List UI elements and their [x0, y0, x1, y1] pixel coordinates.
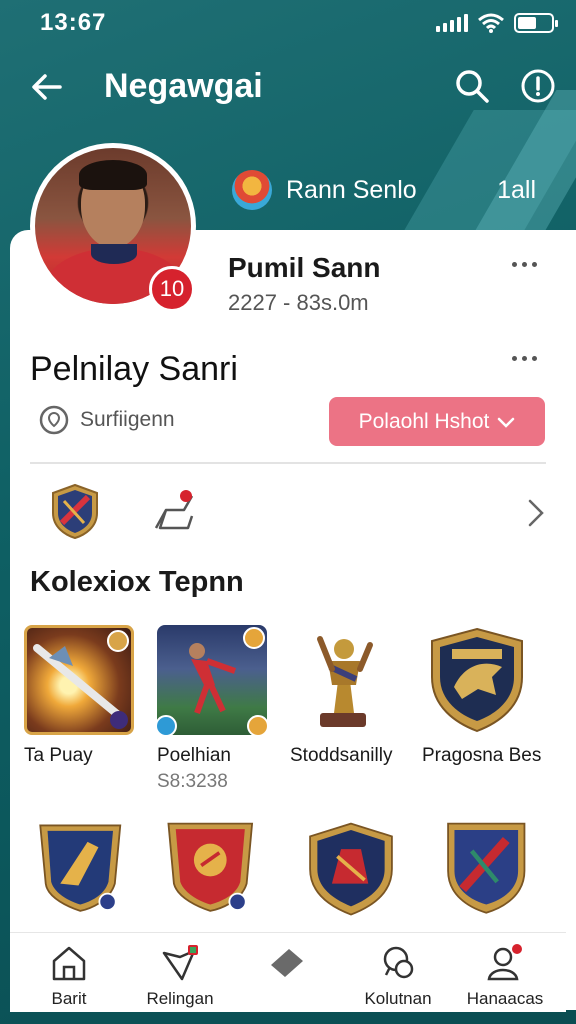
card-edge — [568, 230, 576, 1010]
diamond-icon — [271, 949, 303, 977]
item-name: Ta Puay — [24, 745, 93, 766]
chevron-right-icon[interactable] — [524, 498, 548, 528]
collection-title: Kolexiox Tepnn — [30, 566, 244, 598]
app-title: Negawgai — [104, 66, 263, 105]
item-name: Pragosna Bes — [422, 745, 542, 766]
wifi-icon — [478, 13, 504, 33]
back-arrow-icon[interactable] — [30, 70, 64, 104]
status-icons — [436, 13, 558, 33]
spear-card-icon — [24, 625, 134, 735]
location-pin-icon — [39, 405, 69, 435]
signal-icon — [436, 14, 468, 32]
status-time: 13:67 — [40, 9, 107, 36]
primary-action-label: Polaohl Hshot — [358, 409, 490, 433]
avatar-hair — [79, 160, 147, 190]
shield-pin-icon — [162, 945, 198, 981]
more-options-icon[interactable] — [512, 356, 537, 361]
chat-icon — [383, 946, 414, 979]
home-icon — [52, 946, 86, 981]
club-count: 1all — [497, 175, 536, 204]
collection-grid — [20, 820, 560, 930]
more-options-icon[interactable] — [512, 262, 537, 267]
info-badge-icon — [155, 715, 177, 737]
trophy-statue-icon — [317, 636, 373, 727]
rarity-badge-icon — [243, 627, 265, 649]
divider — [30, 462, 546, 464]
nav-item-center[interactable] — [232, 943, 342, 983]
display-name: Pelnilay Sanri — [30, 350, 238, 388]
nav-item-kolutnan[interactable]: Kolutnan — [343, 943, 453, 1009]
avatar-collar — [91, 244, 137, 264]
collection-grid: Ta Puay Poelhian S8:3238 Stoddsanilly Pr… — [20, 625, 560, 815]
rarity-badge-icon — [107, 630, 129, 652]
wolf-shield-icon — [431, 627, 523, 733]
nav-item-hanaacas[interactable]: Hanaacas — [450, 943, 560, 1009]
club-badge-icon — [232, 170, 272, 210]
share-icon[interactable] — [152, 488, 196, 532]
star-badge-icon — [247, 715, 269, 737]
profile-subtitle: 2227 - 83s.0m — [228, 290, 369, 315]
nav-label: Relingan — [146, 989, 214, 1008]
nav-label: Hanaacas — [466, 989, 544, 1008]
club-name: Rann Senlo — [286, 175, 417, 204]
profile-name: Pumil Sann — [228, 252, 381, 283]
item-name: Poelhian — [157, 745, 231, 766]
info-icon[interactable] — [520, 68, 556, 104]
nav-label: Kolutnan — [364, 989, 432, 1008]
item-name: Stoddsanilly — [290, 745, 393, 766]
app-bar: Negawgai — [0, 58, 576, 114]
sword-crest-icon — [447, 822, 526, 914]
blue-crest-icon — [39, 824, 122, 912]
search-icon[interactable] — [454, 68, 490, 104]
battery-icon — [514, 13, 558, 33]
profile-icon — [487, 944, 522, 981]
nav-label: Barit — [51, 989, 87, 1008]
status-bar: 13:67 — [0, 0, 576, 46]
nav-item-relingan[interactable]: Relingan — [125, 943, 235, 1009]
club-header: Rann Senlo 1all — [232, 170, 546, 210]
club-shield-icon[interactable] — [50, 483, 100, 539]
red-crest-icon — [167, 822, 254, 912]
player-card-icon — [155, 625, 269, 737]
item-value: S8:3238 — [157, 771, 228, 792]
knight-crest-icon — [309, 822, 393, 916]
location-text: Surfiigenn — [80, 408, 175, 431]
bottom-nav: Barit Relingan Kolutnan Hanaacas — [10, 932, 566, 1012]
primary-action-button[interactable]: Polaohl Hshot — [329, 397, 545, 446]
nav-item-home[interactable]: Barit — [14, 943, 124, 1009]
chevron-down-icon — [498, 417, 515, 428]
jersey-number-badge: 10 — [149, 266, 195, 312]
